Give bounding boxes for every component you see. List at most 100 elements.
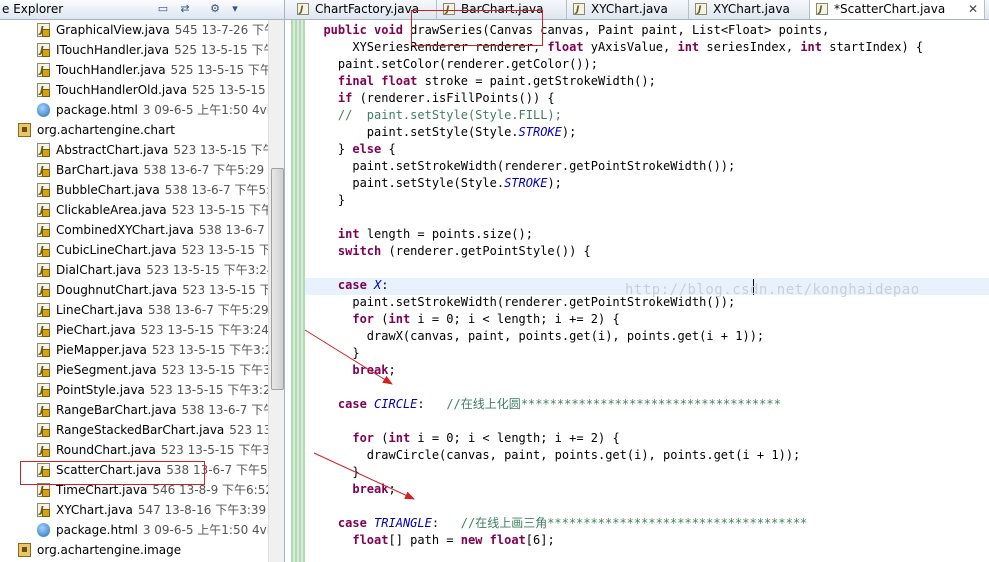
tree-file[interactable]: GraphicalView.java 545 13-7-26 下午 <box>0 20 276 41</box>
code-line[interactable]: switch (renderer.getPointStyle()) { <box>309 243 591 260</box>
tree-file[interactable]: RoundChart.java 523 13-5-15 下午3: <box>0 440 274 461</box>
code-line[interactable]: XYSeriesRenderer renderer, float yAxisVa… <box>309 39 923 56</box>
java-file-icon <box>37 221 50 241</box>
tree-file[interactable]: PointStyle.java 523 13-5-15 下午3:24 <box>0 380 278 401</box>
code-line[interactable]: break; <box>309 481 395 498</box>
java-file-icon <box>37 201 50 221</box>
code-line[interactable]: // paint.setStyle(Style.FILL); <box>309 107 562 124</box>
tree-item-label: PointStyle.java 523 13-5-15 下午3:24 <box>56 380 278 400</box>
link-editor-icon[interactable]: ⇄ <box>178 2 192 16</box>
tree-item-label: org.achartengine.chart <box>37 120 175 140</box>
file-meta: 523 13-5-15 下午3: <box>161 363 275 377</box>
tree-file[interactable]: XYChart.java 547 13-8-16 下午3:39 <box>0 500 268 521</box>
editor-tab[interactable]: *ScatterChart.java ✕ <box>810 0 985 19</box>
tree-file[interactable]: AbstractChart.java 523 13-5-15 下午 <box>0 140 275 161</box>
tree-item-label: BubbleChart.java 538 13-6-7 下午5:2 <box>56 180 278 200</box>
explorer-scrollbar[interactable] <box>268 20 284 562</box>
tree-package[interactable]: org.achartengine.image <box>0 540 268 560</box>
tree-file[interactable]: PieMapper.java 523 13-5-15 下午3:2 <box>0 340 273 361</box>
code-line[interactable]: } else { <box>309 141 396 158</box>
file-name: PieMapper.java <box>56 343 147 357</box>
code-line[interactable]: break; <box>309 362 395 379</box>
code-line[interactable]: paint.setStrokeWidth(renderer.getPointSt… <box>309 158 735 175</box>
tree-item-label: BarChart.java 538 13-6-7 下午5:29 c <box>56 160 275 180</box>
tree-file[interactable]: BarChart.java 538 13-6-7 下午5:29 c <box>0 160 275 181</box>
explorer-title: e Explorer <box>2 2 64 16</box>
code-line[interactable]: public void drawSeries(Canvas canvas, Pa… <box>309 22 829 39</box>
tree-item-label: DoughnutChart.java 523 13-5-15 下午 <box>56 280 284 300</box>
code-line[interactable]: if (renderer.isFillPoints()) { <box>309 90 555 107</box>
java-file-icon <box>37 441 50 461</box>
close-tab-icon[interactable]: ✕ <box>968 0 978 18</box>
code-line[interactable]: paint.setStyle(Style.STROKE); <box>309 124 577 141</box>
code-line[interactable]: int length = points.size(); <box>309 226 533 243</box>
html-file-icon <box>37 103 50 117</box>
tree-item-label: org.achartengine.image <box>37 540 181 560</box>
tree-file[interactable]: RangeBarChart.java 538 13-6-7 下午 <box>0 400 275 421</box>
code-line[interactable]: float[] path = new float[6]; <box>309 532 554 549</box>
editor-tab[interactable]: XYChart.java <box>689 0 810 19</box>
tree-file[interactable]: ITouchHandler.java 525 13-5-15 下午 <box>0 40 275 61</box>
file-name: BubbleChart.java <box>56 183 160 197</box>
file-meta: 523 13-5-15 下午3: <box>160 443 274 457</box>
file-meta: 525 13-5-15 下午 <box>174 43 276 57</box>
file-name: LineChart.java <box>56 303 143 317</box>
java-file-icon <box>37 161 50 181</box>
tree-file[interactable]: PieSegment.java 523 13-5-15 下午3: <box>0 360 275 381</box>
tree-file[interactable]: RangeStackedBarChart.java523 13- <box>0 420 276 441</box>
html-file-icon <box>37 523 50 537</box>
code-line[interactable]: paint.setColor(renderer.getColor()); <box>309 56 598 73</box>
tree-item-label: XYChart.java 547 13-8-16 下午3:39 <box>56 500 266 520</box>
file-name: RangeStackedBarChart.java <box>56 423 225 437</box>
view-menu-chevron-icon[interactable]: ▾ <box>228 2 242 16</box>
code-line[interactable]: case TRIANGLE: //在线上画三角*****************… <box>309 515 807 532</box>
tree-item-label: CombinedXYChart.java 538 13-6-7 <box>56 220 265 240</box>
code-line[interactable]: final float stroke = paint.getStrokeWidt… <box>309 73 656 90</box>
tree-file[interactable]: BubbleChart.java 538 13-6-7 下午5:2 <box>0 180 278 201</box>
tree-item-label: PieMapper.java 523 13-5-15 下午3:2 <box>56 340 273 360</box>
tree-file[interactable]: CombinedXYChart.java 538 13-6-7 <box>0 220 268 241</box>
tree-file[interactable]: TouchHandler.java 525 13-5-15 下午 <box>0 60 272 81</box>
file-name: RoundChart.java <box>56 443 156 457</box>
file-name: DoughnutChart.java <box>56 283 178 297</box>
tree-file[interactable]: LineChart.java 538 13-6-7 下午5:29 <box>0 300 269 321</box>
file-name: TimeChart.java <box>56 483 148 497</box>
code-line[interactable]: for (int i = 0; i < length; i += 2) { <box>309 430 619 447</box>
file-name: DialChart.java <box>56 263 142 277</box>
code-line[interactable]: paint.setStyle(Style.STROKE); <box>309 175 562 192</box>
file-name: PieChart.java <box>56 323 136 337</box>
code-line[interactable]: drawCircle(canvas, paint, points.get(i),… <box>309 447 800 464</box>
file-name: RangeBarChart.java <box>56 403 177 417</box>
tree-file[interactable]: DialChart.java 523 13-5-15 下午3:24 <box>0 260 275 281</box>
java-file-icon <box>573 1 585 19</box>
tree-file[interactable]: package.html 3 09-6-5 上午1:50 4vi <box>0 100 270 120</box>
tree-file[interactable]: DoughnutChart.java523 13-5-15 下午 <box>0 280 284 301</box>
file-name: GraphicalView.java <box>56 23 170 37</box>
java-file-icon <box>37 401 50 421</box>
explorer-scroll-thumb[interactable] <box>271 168 284 390</box>
tree-item-label: TouchHandlerOld.java 525 13-5-15 <box>56 80 266 100</box>
file-meta: 547 13-8-16 下午3:39 <box>137 503 267 517</box>
tree-item-label: ClickableArea.java 523 13-5-15 下午 <box>56 200 273 220</box>
code-line[interactable]: drawX(canvas, paint, points.get(i), poin… <box>309 328 764 345</box>
tree-package[interactable]: org.achartengine.chart <box>0 120 268 140</box>
file-meta: 538 13-6-7 下午5:29 <box>147 303 269 317</box>
tree-file[interactable]: package.html 3 09-6-5 上午1:50 4vi <box>0 520 270 540</box>
code-line[interactable]: } <box>309 192 345 209</box>
java-file-icon <box>37 321 50 341</box>
editor-tab[interactable]: XYChart.java <box>567 0 689 19</box>
tree-file[interactable]: ClickableArea.java 523 13-5-15 下午 <box>0 200 273 221</box>
code-line[interactable]: case CIRCLE: //在线上化圆********************… <box>309 396 781 413</box>
file-name: TouchHandlerOld.java <box>56 83 188 97</box>
file-name: CubicLineChart.java <box>56 243 177 257</box>
tree-file[interactable]: TouchHandlerOld.java 525 13-5-15 <box>0 80 268 101</box>
collapse-all-icon[interactable]: ▭ <box>156 2 170 16</box>
tree-file[interactable]: CubicLineChart.java523 13-5-15 下午 <box>0 240 283 261</box>
code-line[interactable]: } <box>309 345 359 362</box>
file-meta: 538 13-6-7 下午5:29 c <box>143 163 275 177</box>
code-line[interactable]: case X: <box>309 277 389 294</box>
tree-file[interactable]: PieChart.java 523 13-5-15 下午3:24 <box>0 320 269 341</box>
code-line[interactable]: } <box>309 464 359 481</box>
view-menu-icon[interactable]: ⚙ <box>208 2 222 16</box>
code-line[interactable]: for (int i = 0; i < length; i += 2) { <box>309 311 619 328</box>
